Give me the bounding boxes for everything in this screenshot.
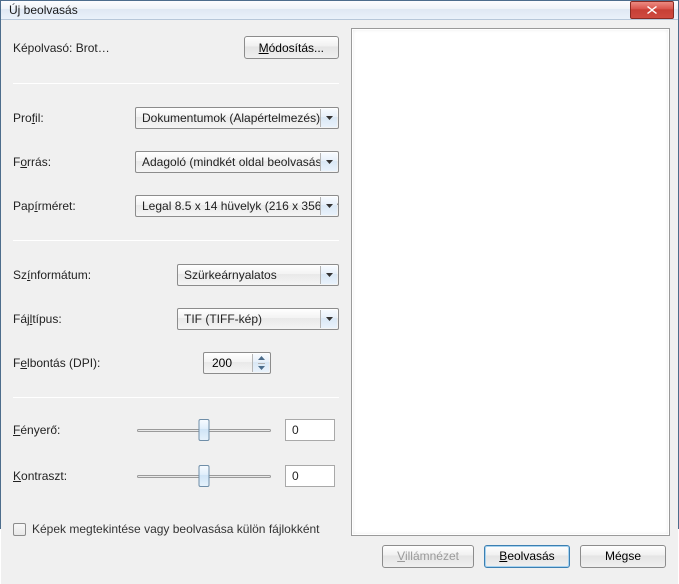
scanner-name: Brot…	[76, 41, 110, 55]
row-source: Forrás: Adagoló (mindkét oldal beolvasás…	[13, 150, 339, 174]
contrast-slider[interactable]	[137, 465, 271, 487]
window-title: Új beolvasás	[9, 3, 630, 17]
label-brightness: Fényerő:	[13, 423, 137, 437]
label-colorfmt: Színformátum:	[13, 268, 135, 282]
dpi-up-icon[interactable]	[258, 354, 265, 363]
modify-button-mnemonic: M	[259, 41, 269, 55]
scanner-label: Képolvasó: Brot…	[13, 41, 110, 55]
separator-3	[13, 397, 339, 398]
scanner-label-prefix: Képolvasó:	[13, 41, 76, 55]
titlebar: Új beolvasás	[1, 1, 678, 20]
chevron-down-icon	[320, 109, 337, 127]
chevron-down-icon	[320, 310, 337, 328]
contrast-thumb[interactable]	[199, 465, 210, 487]
colorfmt-dropdown[interactable]: Szürkeárnyalatos	[177, 264, 339, 286]
row-brightness: Fényerő: 0	[13, 416, 339, 444]
close-button[interactable]	[630, 1, 674, 19]
chevron-down-icon	[320, 266, 337, 284]
separate-files-checkbox[interactable]	[13, 523, 26, 536]
row-colorfmt: Színformátum: Szürkeárnyalatos	[13, 263, 339, 287]
row-profile: Profil: Dokumentumok (Alapértelmezés)	[13, 106, 339, 130]
row-filetype: Fájltípus: TIF (TIFF-kép)	[13, 307, 339, 331]
separator-1	[13, 83, 339, 84]
row-separate-files[interactable]: Képek megtekintése vagy beolvasása külön…	[13, 522, 339, 536]
dpi-input[interactable]	[210, 355, 250, 371]
button-bar: Villámnézet Beolvasás Mégse	[9, 536, 670, 576]
new-scan-dialog: Új beolvasás Képolvasó: Brot… Módosítás.…	[0, 0, 679, 529]
label-contrast: Kontraszt:	[13, 469, 137, 483]
paper-dropdown[interactable]: Legal 8.5 x 14 hüvelyk (216 x 356 mm)	[135, 195, 339, 217]
brightness-value[interactable]: 0	[285, 419, 335, 441]
filetype-dropdown[interactable]: TIF (TIFF-kép)	[177, 308, 339, 330]
label-profile: Profil:	[13, 111, 135, 125]
source-dropdown[interactable]: Adagoló (mindkét oldal beolvasása)	[135, 151, 339, 173]
chevron-down-icon	[320, 197, 337, 215]
label-filetype: Fájltípus:	[13, 312, 135, 326]
upper-area: Képolvasó: Brot… Módosítás... Profil: Do…	[9, 28, 670, 536]
close-icon	[647, 6, 657, 14]
dpi-spinner[interactable]	[203, 352, 271, 374]
brightness-thumb[interactable]	[199, 419, 210, 441]
row-paper: Papírméret: Legal 8.5 x 14 hüvelyk (216 …	[13, 194, 339, 218]
client-area: Képolvasó: Brot… Módosítás... Profil: Do…	[1, 20, 678, 584]
modify-scanner-button[interactable]: Módosítás...	[244, 36, 339, 59]
form-column: Képolvasó: Brot… Módosítás... Profil: Do…	[9, 28, 341, 536]
preview-pane	[351, 28, 670, 536]
scan-button[interactable]: Beolvasás	[484, 545, 570, 568]
label-source: Forrás:	[13, 155, 135, 169]
dpi-down-icon[interactable]	[258, 363, 265, 373]
chevron-down-icon	[320, 153, 337, 171]
row-dpi: Felbontás (DPI):	[13, 351, 339, 375]
row-contrast: Kontraszt: 0	[13, 462, 339, 490]
preview-button: Villámnézet	[382, 545, 474, 568]
cancel-button[interactable]: Mégse	[580, 545, 666, 568]
scanner-row: Képolvasó: Brot… Módosítás...	[13, 36, 339, 59]
modify-button-rest: ódosítás...	[269, 41, 324, 55]
separate-files-label: Képek megtekintése vagy beolvasása külön…	[32, 522, 320, 536]
source-value: Adagoló (mindkét oldal beolvasása)	[142, 155, 332, 169]
label-paper: Papírméret:	[13, 199, 135, 213]
profile-dropdown[interactable]: Dokumentumok (Alapértelmezés)	[135, 107, 339, 129]
profile-value: Dokumentumok (Alapértelmezés)	[142, 111, 320, 125]
colorfmt-value: Szürkeárnyalatos	[184, 268, 277, 282]
contrast-value[interactable]: 0	[285, 465, 335, 487]
paper-value: Legal 8.5 x 14 hüvelyk (216 x 356 mm)	[142, 199, 339, 213]
separator-2	[13, 240, 339, 241]
filetype-value: TIF (TIFF-kép)	[184, 312, 262, 326]
dpi-spin-buttons[interactable]	[252, 354, 269, 372]
brightness-slider[interactable]	[137, 419, 271, 441]
label-dpi: Felbontás (DPI):	[13, 356, 137, 370]
